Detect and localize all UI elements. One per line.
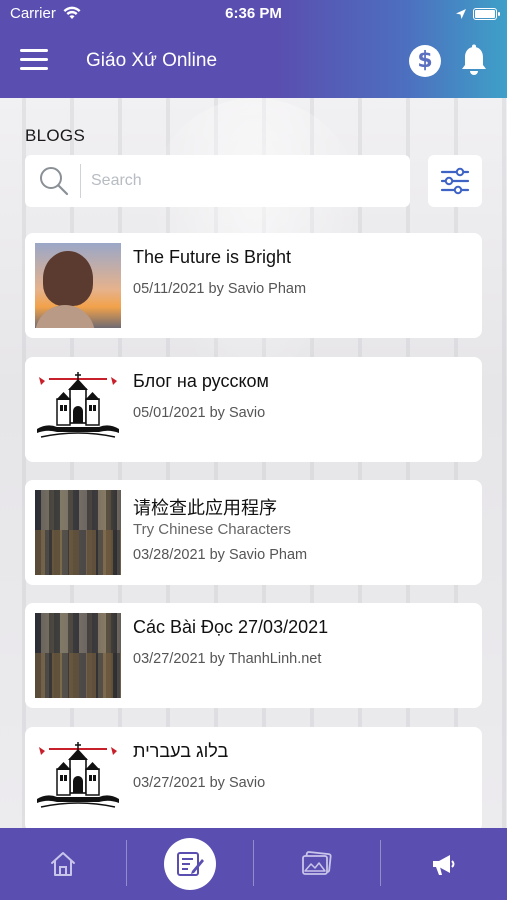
post-meta: 03/27/2021 by ThanhLinh.net bbox=[133, 651, 322, 667]
menu-line-icon bbox=[20, 67, 48, 70]
blog-post-card[interactable]: Блог на русском 05/01/2021 by Savio bbox=[25, 357, 482, 462]
gallery-icon bbox=[302, 851, 332, 875]
blog-post-card[interactable]: The Future is Bright 05/11/2021 by Savio… bbox=[25, 233, 482, 338]
blog-post-card[interactable]: Các Bài Đọc 27/03/2021 03/27/2021 by Tha… bbox=[25, 603, 482, 708]
post-meta: 03/28/2021 by Savio Pham bbox=[133, 547, 308, 563]
tab-home[interactable] bbox=[0, 828, 126, 900]
notification-bell-button[interactable] bbox=[458, 44, 490, 80]
megaphone-icon bbox=[433, 855, 455, 875]
filter-sliders-icon bbox=[440, 167, 470, 195]
status-bar: Carrier 6:36 PM bbox=[0, 0, 507, 28]
search-divider bbox=[80, 164, 81, 198]
post-title: Блог на русском bbox=[133, 371, 269, 391]
post-title: The Future is Bright bbox=[133, 247, 292, 267]
church-logo-icon bbox=[37, 372, 119, 438]
donate-dollar-button[interactable]: $ bbox=[409, 45, 441, 77]
church-logo-thumbnail bbox=[35, 737, 121, 822]
search-icon[interactable] bbox=[38, 165, 70, 197]
page-title: BLOGS bbox=[25, 126, 86, 145]
app-title: Giáo Xứ Online bbox=[86, 50, 218, 71]
home-icon bbox=[51, 852, 75, 876]
tab-announcements[interactable] bbox=[381, 828, 507, 900]
search-bar bbox=[25, 155, 410, 207]
bottom-tab-bar bbox=[0, 828, 507, 900]
app-header: Carrier 6:36 PM Giáo Xứ Online $ bbox=[0, 0, 507, 98]
dollar-icon: $ bbox=[417, 48, 433, 73]
post-thumbnail bbox=[35, 490, 121, 575]
post-title: 请检查此应用程序 bbox=[133, 498, 277, 518]
location-arrow-icon bbox=[456, 9, 466, 19]
search-input[interactable] bbox=[91, 167, 391, 195]
post-subtitle: Try Chinese Characters bbox=[133, 521, 291, 538]
post-meta: 03/27/2021 by Savio bbox=[133, 775, 266, 791]
cathedral-background bbox=[0, 98, 507, 828]
blog-edit-icon bbox=[177, 852, 204, 876]
tab-blog[interactable] bbox=[127, 828, 253, 900]
clock: 6:36 PM bbox=[225, 5, 282, 22]
filter-button[interactable] bbox=[428, 155, 482, 207]
church-logo-thumbnail bbox=[35, 367, 121, 452]
post-title: בלוג בעברית bbox=[133, 741, 229, 761]
tab-gallery[interactable] bbox=[254, 828, 380, 900]
menu-line-icon bbox=[20, 49, 48, 52]
church-logo-icon bbox=[37, 742, 119, 808]
blog-post-card[interactable]: 请检查此应用程序 Try Chinese Characters 03/28/20… bbox=[25, 480, 482, 585]
hamburger-menu-button[interactable] bbox=[20, 49, 48, 73]
post-meta: 05/11/2021 by Savio Pham bbox=[133, 281, 307, 297]
post-meta: 05/01/2021 by Savio bbox=[133, 405, 266, 421]
post-thumbnail bbox=[35, 613, 121, 698]
post-thumbnail bbox=[35, 243, 121, 328]
menu-line-icon bbox=[20, 58, 48, 61]
blog-post-card[interactable]: בלוג בעברית 03/27/2021 by Savio bbox=[25, 727, 482, 832]
battery-icon bbox=[473, 8, 500, 20]
post-title: Các Bài Đọc 27/03/2021 bbox=[133, 617, 329, 637]
